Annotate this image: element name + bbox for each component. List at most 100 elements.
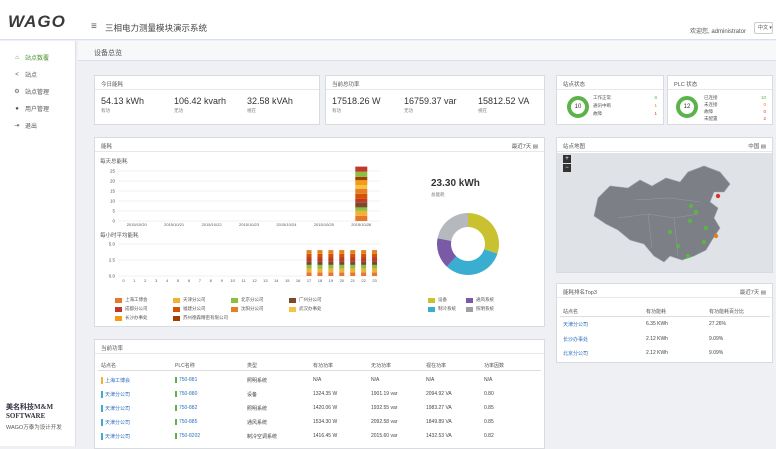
column-header: 功率因数 <box>484 363 505 369</box>
y-tick-label: 5 <box>112 209 115 214</box>
column-header: 视在功率 <box>426 363 447 369</box>
map-region-select[interactable]: 中国 ▤ <box>748 142 766 150</box>
plc-link[interactable]: 750-885 <box>175 419 197 425</box>
legend-item[interactable]: 广州分公司 <box>289 297 322 303</box>
site-link[interactable]: 天津分公司 <box>101 433 130 440</box>
table-cell: 1983.27 VA <box>426 405 452 411</box>
bar-segment <box>317 268 323 273</box>
status-row: 故障 1 <box>593 111 657 116</box>
brand-name: 美名科技M&M SOFTWARE <box>6 403 54 420</box>
legend-item[interactable]: 成都分公司 <box>115 306 148 312</box>
language-select[interactable]: 中文 ▾ <box>754 22 773 34</box>
divider <box>560 316 770 317</box>
site-status-ring: 10 <box>567 96 589 118</box>
bar-segment <box>317 250 323 254</box>
sidebar-item-sites[interactable]: < 站点 <box>14 70 37 80</box>
map-zoom-in-button[interactable]: + <box>563 155 571 163</box>
range-select[interactable]: 最近7天 ▤ <box>512 142 538 150</box>
site-status-panel: 站点状态 10 工作正常 8 通讯中断 1 故障 1 <box>556 75 664 125</box>
total-energy-label: 总能耗 <box>431 192 445 197</box>
table-cell: 27.26% <box>709 321 726 327</box>
x-tick-label: 17 <box>307 278 312 283</box>
bar-segment <box>355 188 368 194</box>
table-cell: 1432.53 VA <box>426 433 452 439</box>
x-tick-label: 10 <box>230 278 235 283</box>
legend-item[interactable]: 北京分公司 <box>231 297 264 303</box>
y-tick-label: 2.5 <box>109 258 116 263</box>
bar-segment <box>355 185 368 189</box>
site-link[interactable]: 天津分公司 <box>101 405 130 412</box>
x-tick-label: 0 <box>122 278 125 283</box>
table-cell: 通风系统 <box>247 420 268 426</box>
bar-segment <box>361 272 367 276</box>
plc-link[interactable]: 750-881 <box>175 377 197 383</box>
legend-item[interactable]: 设备 <box>428 297 447 303</box>
legend-item[interactable]: 长沙办事处 <box>115 315 148 321</box>
y-tick-label: 5.0 <box>109 242 116 247</box>
site-link[interactable]: 天津分公司 <box>563 321 588 328</box>
bar-segment <box>350 253 356 258</box>
total-power-panel: 当前总功率 17518.26 W 有功 16759.37 var 无功 15812.… <box>325 75 545 125</box>
wago-logo[interactable]: WAGO <box>8 12 66 31</box>
legend-item[interactable]: 照明系统 <box>466 306 494 312</box>
plc-link[interactable]: 750-8202 <box>175 433 200 439</box>
x-tick-label: 23 <box>372 278 377 283</box>
map-zoom-out-button[interactable]: − <box>563 164 571 172</box>
share-icon: < <box>15 71 19 78</box>
site-link[interactable]: 长沙办事处 <box>563 336 588 343</box>
page-header: 设备总览 <box>78 41 776 61</box>
legend-item[interactable]: 制冷系统 <box>428 306 456 312</box>
legend-item[interactable]: 通风系统 <box>466 297 494 303</box>
map-marker <box>693 209 699 215</box>
plc-status-ring: 12 <box>676 96 698 118</box>
bar-segment <box>306 261 312 265</box>
legend-item[interactable]: 武汉办事处 <box>289 306 322 312</box>
panel-title: 当前总功率 <box>332 82 360 88</box>
nodes-icon: ⚙ <box>14 88 20 95</box>
bar-segment <box>350 264 356 269</box>
bar-segment <box>339 272 345 276</box>
panel-title: 能耗 <box>101 144 113 150</box>
bar-segment <box>372 268 378 273</box>
column-header: 无功功率 <box>371 363 392 369</box>
legend-item[interactable]: 福建分公司 <box>173 306 206 312</box>
panel-title: 站点地图 <box>563 144 586 150</box>
table-cell: 6.35 KWh <box>646 321 668 327</box>
site-link[interactable]: 天津分公司 <box>101 391 130 398</box>
table-cell: 9.09% <box>709 350 724 356</box>
table-cell: 0.80 <box>484 391 494 397</box>
sidebar-item-site-management[interactable]: ⚙ 站点管理 <box>14 87 49 97</box>
panel-title: 站点状态 <box>563 82 586 88</box>
plc-link[interactable]: 750-882 <box>175 405 197 411</box>
status-row: 故障 0 <box>704 109 766 114</box>
plc-status-panel: PLC 状态 12 已连接 10 未连接 0 故障 0 未配置 2 <box>667 75 773 125</box>
x-tick-label: 2015/10/26 <box>351 222 372 227</box>
map-marker <box>685 253 691 259</box>
user-greeting[interactable]: 欢迎您, administrator <box>690 26 746 35</box>
x-tick-label: 7 <box>199 278 202 283</box>
sidebar-item-user-management[interactable]: ● 用户管理 <box>14 104 49 114</box>
legend-item[interactable]: 沈阳分公司 <box>231 306 264 312</box>
stat-apparent-power: 15812.52 VA 视在 <box>478 96 530 113</box>
bar-segment <box>306 264 312 269</box>
bar-segment <box>355 207 368 211</box>
range-select[interactable]: 最近7天 ▤ <box>740 288 766 296</box>
legend-item[interactable]: 天津分公司 <box>173 297 206 303</box>
status-row: 通讯中断 1 <box>593 103 657 108</box>
site-link[interactable]: 北京分公司 <box>563 350 588 357</box>
plc-link[interactable]: 750-880 <box>175 391 197 397</box>
bar-segment <box>328 250 334 254</box>
legend-item[interactable]: 上海工博会 <box>115 297 148 303</box>
bar-segment <box>339 268 345 273</box>
sidebar-item-logout[interactable]: ⇥ 退出 <box>14 121 37 131</box>
x-tick-label: 2 <box>144 278 147 283</box>
legend-item[interactable]: 苏州德森精密有限公司 <box>173 315 228 321</box>
x-tick-label: 14 <box>274 278 279 283</box>
bar-segment <box>306 253 312 258</box>
panel-title: 今日能耗 <box>101 82 124 88</box>
site-link[interactable]: 上海工博会 <box>101 377 130 384</box>
sidebar-item-overview[interactable]: ⌂ 站点数覆 <box>14 53 49 63</box>
table-cell: 9.09% <box>709 336 724 342</box>
site-link[interactable]: 天津分公司 <box>101 419 130 426</box>
menu-icon[interactable]: ≡ <box>91 21 97 32</box>
